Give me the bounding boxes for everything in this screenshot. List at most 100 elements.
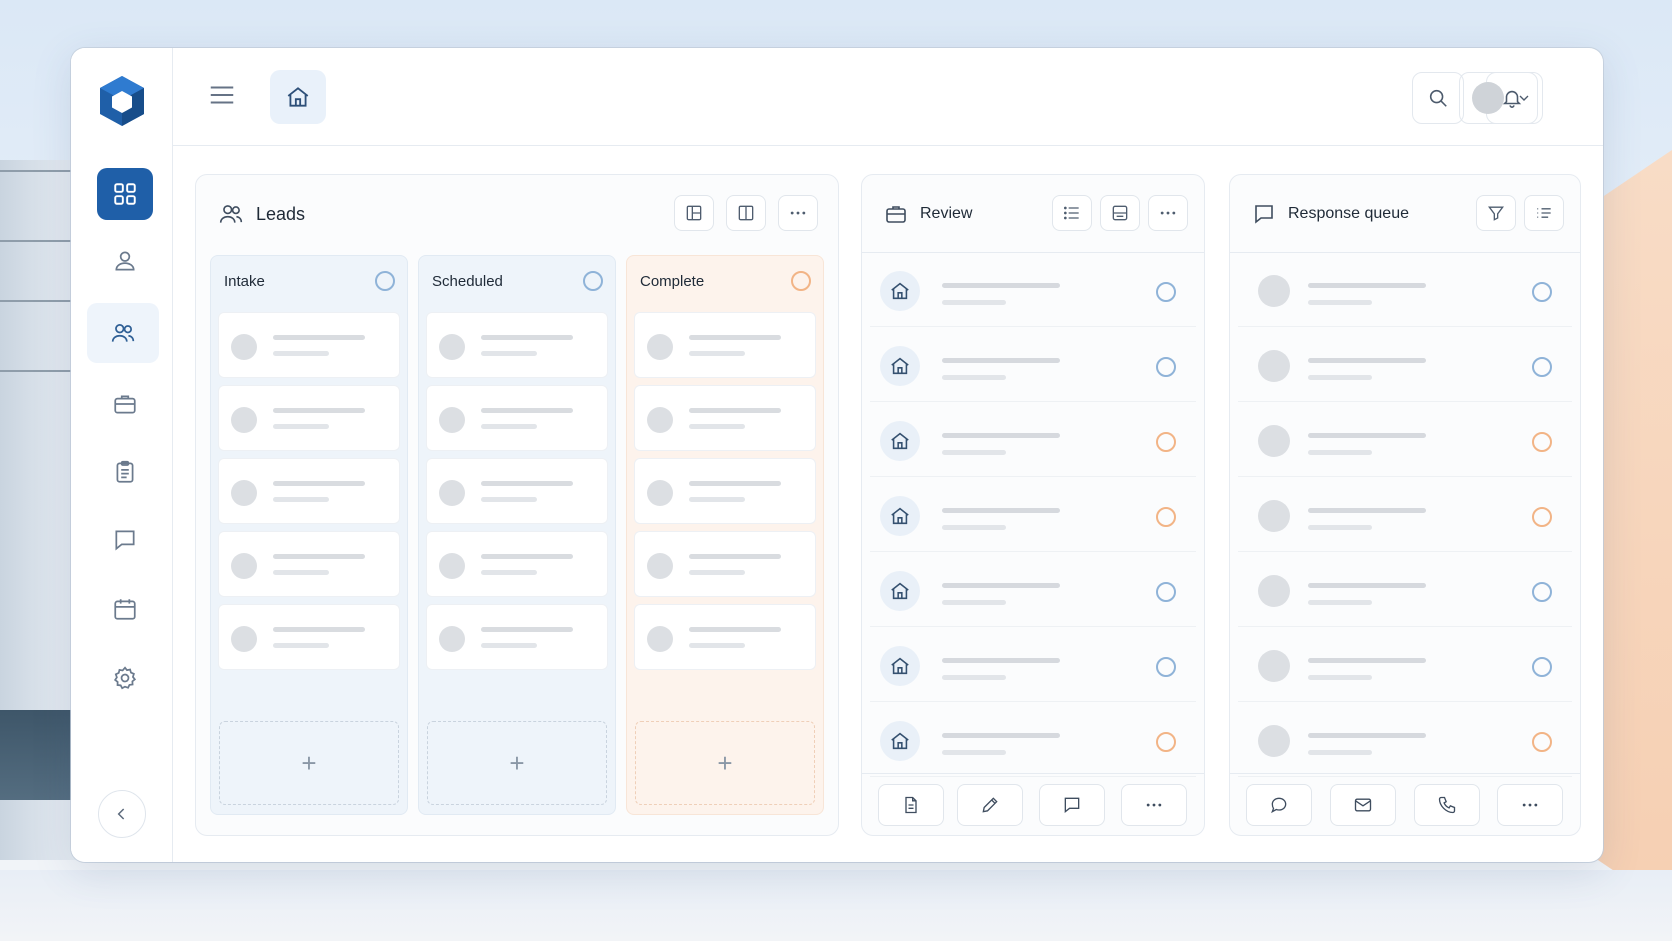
sort-lines-icon	[1534, 203, 1554, 223]
lead-card[interactable]	[634, 385, 816, 451]
card-view-button[interactable]	[1100, 195, 1140, 231]
list-item[interactable]	[1238, 330, 1572, 402]
email-button[interactable]	[1330, 784, 1396, 826]
home-button[interactable]	[270, 70, 326, 124]
lead-card[interactable]	[426, 458, 608, 524]
column-header: Complete	[627, 256, 823, 306]
sidebar-item-calendar[interactable]	[97, 583, 153, 635]
list-item[interactable]	[870, 330, 1196, 402]
add-card-button[interactable]: +	[635, 721, 815, 805]
lead-card[interactable]	[426, 385, 608, 451]
avatar-placeholder	[1258, 725, 1290, 757]
sidebar-item-leads[interactable]	[87, 303, 159, 363]
text-placeholder	[942, 750, 1006, 755]
reply-button[interactable]	[1246, 784, 1312, 826]
lead-card[interactable]	[634, 458, 816, 524]
list-view-button[interactable]	[1052, 195, 1092, 231]
lead-card[interactable]	[218, 458, 400, 524]
status-toggle[interactable]	[1156, 657, 1176, 677]
text-placeholder	[1308, 433, 1426, 438]
list-item[interactable]	[1238, 405, 1572, 477]
list-item[interactable]	[870, 405, 1196, 477]
status-toggle[interactable]	[1532, 657, 1552, 677]
status-toggle[interactable]	[1532, 357, 1552, 377]
text-placeholder	[481, 643, 537, 648]
list-item[interactable]	[870, 705, 1196, 777]
lead-card[interactable]	[634, 531, 816, 597]
text-placeholder	[942, 508, 1060, 513]
avatar-placeholder	[439, 553, 465, 579]
list-item[interactable]	[1238, 705, 1572, 777]
status-toggle[interactable]	[1156, 282, 1176, 302]
collapse-sidebar-button[interactable]	[98, 790, 146, 838]
lead-card[interactable]	[218, 531, 400, 597]
call-button[interactable]	[1414, 784, 1480, 826]
status-toggle[interactable]	[1532, 432, 1552, 452]
text-placeholder	[1308, 583, 1426, 588]
lead-card[interactable]	[218, 604, 400, 670]
card-layout-icon	[1110, 203, 1130, 223]
list-item[interactable]	[870, 255, 1196, 327]
status-toggle[interactable]	[1156, 432, 1176, 452]
status-toggle[interactable]	[1532, 582, 1552, 602]
panel-title: Response queue	[1288, 204, 1409, 222]
column-status-toggle[interactable]	[583, 271, 603, 291]
list-item[interactable]	[1238, 630, 1572, 702]
list-item[interactable]	[870, 480, 1196, 552]
list-item[interactable]	[870, 555, 1196, 627]
split-view-button[interactable]	[726, 195, 766, 231]
sidebar-item-profile[interactable]	[97, 235, 153, 287]
add-card-button[interactable]: +	[219, 721, 399, 805]
sidebar-item-dashboard[interactable]	[97, 168, 153, 220]
sidebar-item-messages[interactable]	[97, 514, 153, 566]
sidebar-item-tasks[interactable]	[97, 446, 153, 498]
avatar-placeholder	[1258, 500, 1290, 532]
leads-more-button[interactable]	[778, 195, 818, 231]
document-button[interactable]	[878, 784, 944, 826]
status-toggle[interactable]	[1532, 507, 1552, 527]
edit-button[interactable]	[957, 784, 1023, 826]
kanban-column: Complete +	[626, 255, 824, 815]
lead-card[interactable]	[634, 312, 816, 378]
queue-footer-more-button[interactable]	[1497, 784, 1563, 826]
status-toggle[interactable]	[1532, 282, 1552, 302]
column-status-toggle[interactable]	[375, 271, 395, 291]
add-card-button[interactable]: +	[427, 721, 607, 805]
comment-button[interactable]	[1039, 784, 1105, 826]
column-status-toggle[interactable]	[791, 271, 811, 291]
search-button[interactable]	[1412, 72, 1464, 124]
home-icon	[880, 721, 920, 761]
status-toggle[interactable]	[1156, 357, 1176, 377]
lead-card[interactable]	[218, 312, 400, 378]
list-item[interactable]	[1238, 555, 1572, 627]
review-footer-more-button[interactable]	[1121, 784, 1187, 826]
avatar-placeholder	[439, 480, 465, 506]
avatar-placeholder	[439, 626, 465, 652]
list-item[interactable]	[1238, 480, 1572, 552]
list-item[interactable]	[870, 630, 1196, 702]
lead-card[interactable]	[634, 604, 816, 670]
menu-button[interactable]	[207, 80, 237, 110]
sort-button[interactable]	[1524, 195, 1564, 231]
profile-menu-button[interactable]	[1459, 72, 1543, 124]
brand-logo[interactable]	[97, 74, 147, 128]
status-toggle[interactable]	[1156, 582, 1176, 602]
review-more-button[interactable]	[1148, 195, 1188, 231]
sidebar	[71, 48, 173, 862]
app-window: Leads Intake + Scheduled + Complete + Review	[71, 48, 1603, 862]
kanban-column: Scheduled +	[418, 255, 616, 815]
lead-card[interactable]	[426, 531, 608, 597]
list-item[interactable]	[1238, 255, 1572, 327]
lead-card[interactable]	[426, 312, 608, 378]
board-layout-button[interactable]	[674, 195, 714, 231]
status-toggle[interactable]	[1156, 507, 1176, 527]
users-icon	[218, 201, 244, 227]
status-toggle[interactable]	[1532, 732, 1552, 752]
sidebar-item-settings[interactable]	[97, 652, 153, 704]
sidebar-item-jobs[interactable]	[97, 378, 153, 430]
status-toggle[interactable]	[1156, 732, 1176, 752]
filter-button[interactable]	[1476, 195, 1516, 231]
lead-card[interactable]	[426, 604, 608, 670]
text-placeholder	[942, 733, 1060, 738]
lead-card[interactable]	[218, 385, 400, 451]
